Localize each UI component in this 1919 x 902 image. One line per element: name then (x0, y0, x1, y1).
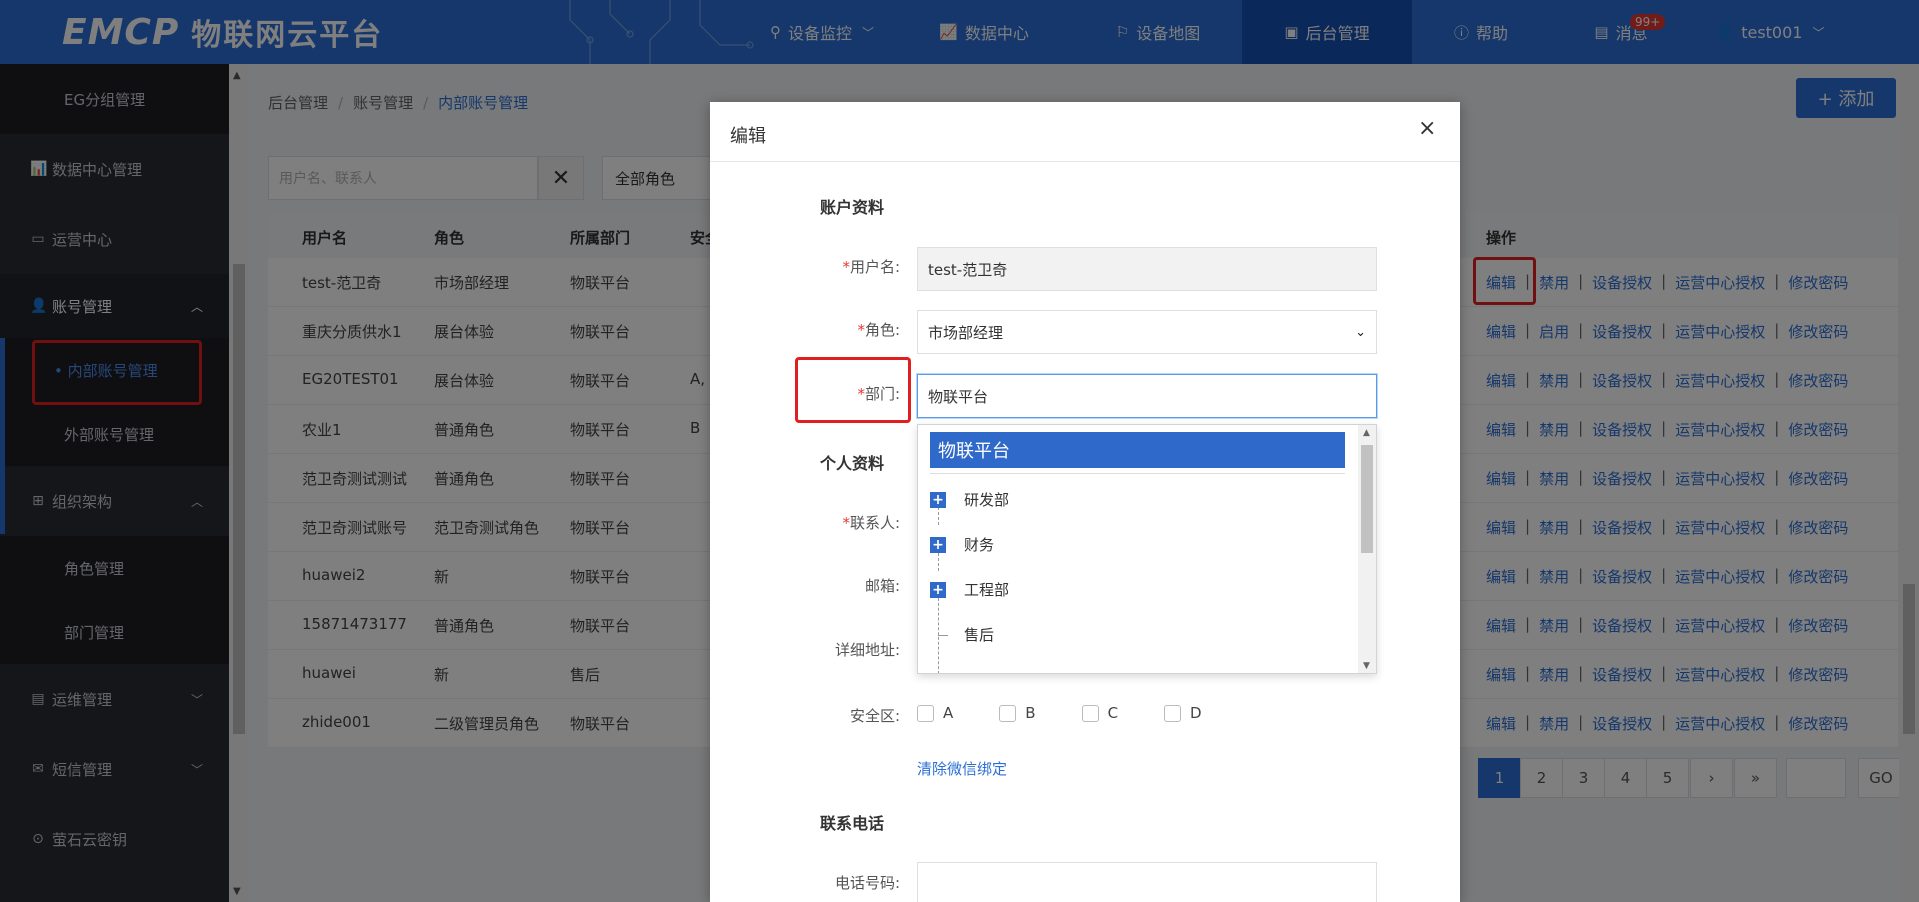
phone-label: 电话号码: (834, 874, 900, 892)
checkbox[interactable] (999, 704, 1017, 722)
username-field[interactable]: test-范卫奇 (917, 247, 1377, 291)
section-phone: 联系电话 (820, 814, 885, 833)
dept-tree-node[interactable]: + 研发部 (930, 489, 1009, 510)
scrollbar-thumb[interactable] (1361, 445, 1373, 553)
dept-tree-node[interactable]: 售后 (930, 624, 994, 645)
role-select[interactable]: 市场部经理 ⌄ (917, 310, 1377, 354)
dept-tree-label: 财务 (964, 536, 995, 554)
clear-wechat-link[interactable]: 清除微信绑定 (917, 758, 1007, 779)
tree-leaf-icon (930, 627, 948, 643)
highlight-box (795, 357, 911, 423)
divider (930, 473, 1345, 474)
security-zone-group: A B C D (917, 704, 1248, 722)
modal-header: 编辑 × (710, 102, 1460, 162)
scroll-up-icon[interactable]: ▲ (1363, 428, 1370, 438)
phone-field[interactable] (917, 862, 1377, 902)
dept-tree-dropdown: 物联平台 + 研发部 + 财务 + 工程部 售后 ▲ ▼ (917, 424, 1377, 674)
security-checkbox-d[interactable]: D (1164, 704, 1202, 722)
checkbox[interactable] (1081, 704, 1099, 722)
scroll-down-icon[interactable]: ▼ (1363, 661, 1370, 671)
email-label: 邮箱: (864, 577, 900, 595)
dept-tree-node[interactable]: + 财务 (930, 534, 994, 555)
expand-icon[interactable]: + (930, 491, 946, 508)
security-checkbox-c[interactable]: C (1081, 704, 1118, 722)
chevron-down-icon: ⌄ (1355, 324, 1366, 340)
dept-tree-node[interactable]: + 工程部 (930, 579, 1009, 600)
edit-modal: 编辑 × 账户资料 *用户名: test-范卫奇 *角色: 市场部经理 ⌄ *部… (710, 102, 1460, 902)
section-personal: 个人资料 (820, 454, 885, 473)
checkbox[interactable] (1164, 704, 1182, 722)
role-label: *角色: (857, 321, 900, 339)
security-checkbox-a[interactable]: A (917, 704, 953, 722)
security-checkbox-b[interactable]: B (999, 704, 1036, 722)
close-icon[interactable]: × (1418, 116, 1436, 141)
security-label: 安全区: (849, 707, 900, 725)
dept-tree-label: 售后 (964, 626, 995, 644)
dept-tree-label: 工程部 (964, 581, 1010, 599)
expand-icon[interactable]: + (930, 581, 946, 598)
dept-tree-root[interactable]: 物联平台 (930, 432, 1345, 468)
section-account: 账户资料 (820, 198, 885, 217)
role-select-value: 市场部经理 (928, 323, 1004, 342)
dept-tree-label: 研发部 (964, 491, 1010, 509)
tree-connector (938, 553, 939, 571)
expand-icon[interactable]: + (930, 536, 946, 553)
contact-label: *联系人: (842, 514, 900, 532)
dropdown-scrollbar[interactable]: ▲ ▼ (1358, 425, 1376, 673)
checkbox[interactable] (917, 704, 934, 722)
modal-title: 编辑 (730, 126, 766, 147)
username-label: *用户名: (842, 258, 900, 276)
address-label: 详细地址: (834, 641, 900, 659)
dept-field[interactable]: 物联平台 (917, 374, 1377, 418)
